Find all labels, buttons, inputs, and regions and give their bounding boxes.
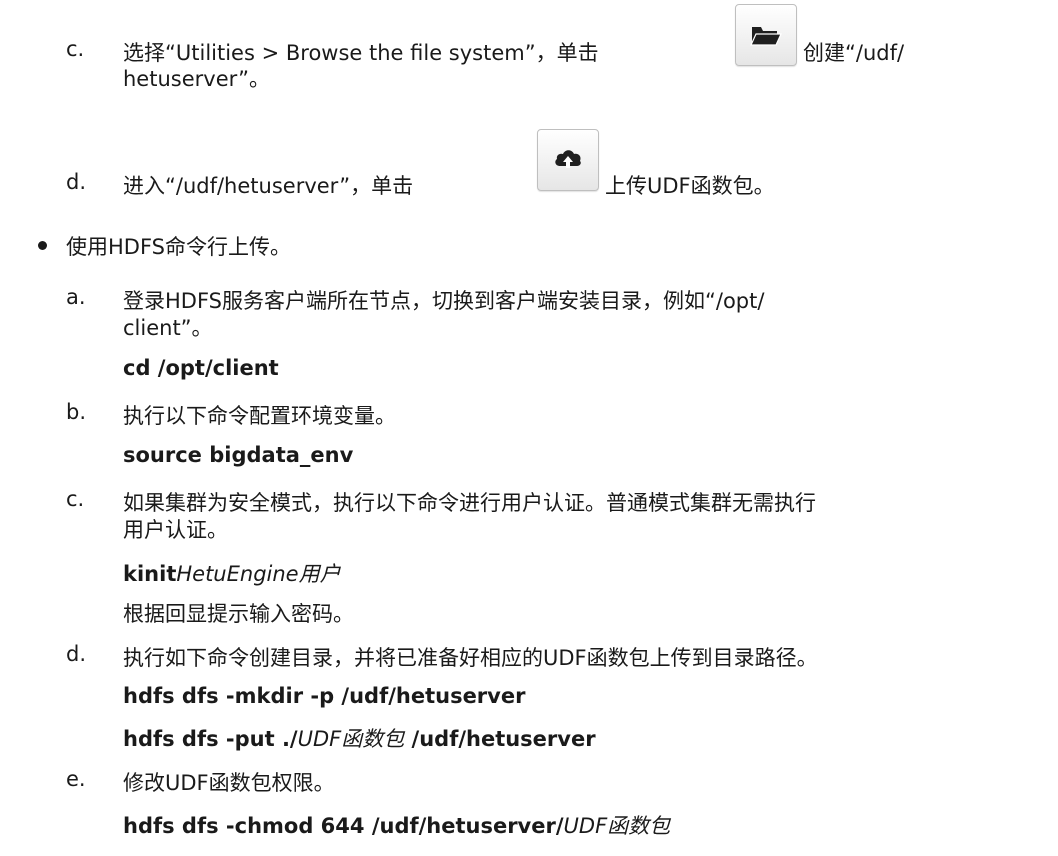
command-line: hdfs dfs -chmod 644 /udf/hetuserver/UDF函… — [123, 810, 670, 840]
step-marker: c. — [66, 487, 85, 511]
step-text-line2: hetuserver”。 — [123, 67, 271, 91]
step-marker: b. — [66, 400, 87, 424]
step-text: 登录HDFS服务客户端所在节点，切换到客户端安装目录，例如“/opt/ — [123, 289, 765, 313]
command-line: kinitHetuEngine用户 — [123, 558, 341, 588]
step-text: 执行以下命令配置环境变量。 — [123, 404, 396, 428]
command-placeholder: HetuEngine用户 — [176, 562, 341, 586]
bullet-icon — [38, 241, 47, 250]
command-line: hdfs dfs -put ./UDF函数包 /udf/hetuserver — [123, 723, 596, 753]
step-text: 执行如下命令创建目录，并将已准备好相应的UDF函数包上传到目录路径。 — [123, 646, 818, 670]
command-text: hdfs dfs -chmod 644 /udf/hetuserver/ — [123, 814, 564, 838]
upload-button[interactable] — [537, 129, 599, 191]
step-marker: a. — [66, 285, 86, 309]
folder-open-icon — [750, 27, 782, 46]
step-marker: c. — [66, 37, 85, 61]
command-line: cd /opt/client — [123, 356, 279, 380]
command-line: source bigdata_env — [123, 443, 354, 467]
step-text-line2: 用户认证。 — [123, 518, 228, 542]
command-text: kinit — [123, 562, 177, 586]
step-text-continued: 创建“/udf/ — [803, 41, 905, 65]
bullet-text: 使用HDFS命令行上传。 — [66, 235, 292, 259]
command-placeholder: UDF函数包 — [297, 727, 405, 751]
step-marker: d. — [66, 642, 87, 666]
command-line: hdfs dfs -mkdir -p /udf/hetuserver — [123, 684, 526, 708]
command-text: /udf/hetuserver — [404, 727, 596, 751]
create-folder-button[interactable] — [735, 4, 797, 66]
step-text-line2: client”。 — [123, 316, 213, 340]
step-marker: d. — [66, 170, 87, 194]
step-marker: e. — [66, 767, 86, 791]
step-text: 进入“/udf/hetuserver”，单击 — [123, 174, 414, 198]
cloud-upload-icon — [555, 150, 581, 168]
step-text: 修改UDF函数包权限。 — [123, 771, 335, 795]
step-text-continued: 上传UDF函数包。 — [605, 174, 775, 198]
command-text: hdfs dfs -put ./ — [123, 727, 298, 751]
step-text: 如果集群为安全模式，执行以下命令进行用户认证。普通模式集群无需执行 — [123, 491, 816, 515]
step-note: 根据回显提示输入密码。 — [123, 602, 354, 626]
command-placeholder: UDF函数包 — [563, 814, 671, 838]
